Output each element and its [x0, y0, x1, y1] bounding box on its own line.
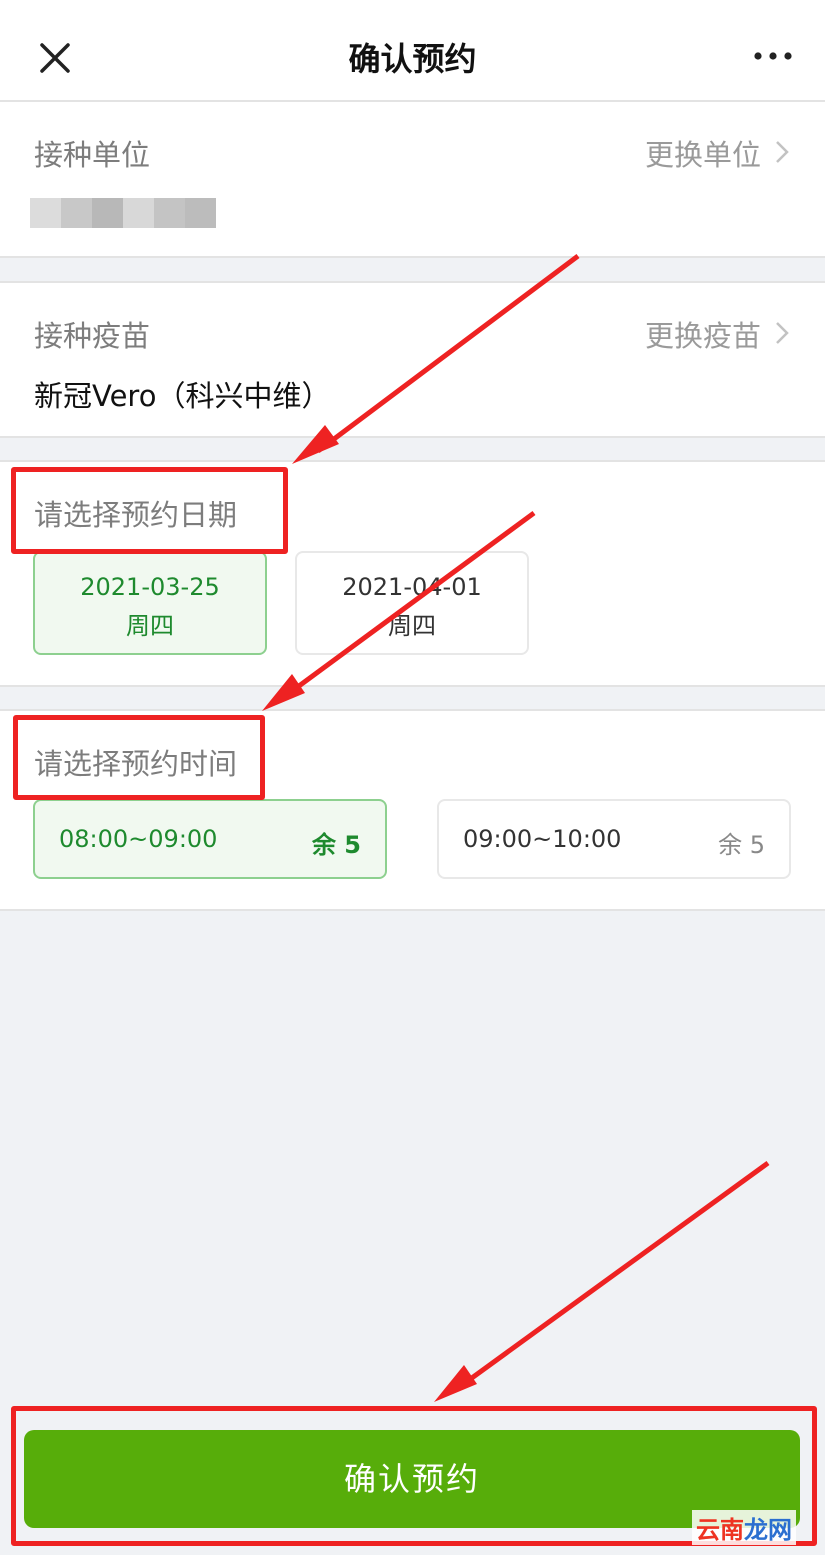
more-icon[interactable]: [753, 48, 793, 64]
annotation-box-time: [13, 715, 265, 800]
unit-label: 接种单位: [34, 138, 151, 172]
watermark-part2: 龙网: [744, 1516, 792, 1544]
booking-page: 确认预约 接种单位 更换单位 接种疫苗 更换疫苗 新冠Vero（科兴中维） 请选…: [0, 0, 825, 1555]
vaccine-value: 新冠Vero（科兴中维）: [34, 379, 331, 413]
date-option-weekday: 周四: [126, 612, 174, 640]
vaccine-label: 接种疫苗: [34, 319, 151, 353]
chevron-right-icon[interactable]: [775, 140, 789, 164]
date-option[interactable]: 2021-04-01 周四: [295, 551, 529, 655]
time-slot-range: 08:00~09:00: [59, 825, 218, 853]
date-option-date: 2021-03-25: [80, 573, 220, 601]
time-slot-range: 09:00~10:00: [463, 825, 622, 853]
vaccine-section: 接种疫苗 更换疫苗 新冠Vero（科兴中维）: [0, 281, 825, 438]
time-slot-remaining: 余 5: [311, 831, 361, 859]
time-slot-remaining: 余 5: [718, 831, 765, 859]
unit-value-blurred: [30, 198, 216, 228]
time-slot-option[interactable]: 08:00~09:00 余 5: [33, 799, 387, 879]
unit-section: 接种单位 更换单位: [0, 102, 825, 258]
page-title: 确认预约: [348, 40, 477, 78]
site-watermark: 云南龙网: [692, 1510, 796, 1545]
time-slot-option[interactable]: 09:00~10:00 余 5: [437, 799, 791, 879]
watermark-part1: 云南: [696, 1516, 744, 1544]
date-option[interactable]: 2021-03-25 周四: [33, 551, 267, 655]
change-unit-button[interactable]: 更换单位: [645, 132, 761, 174]
annotation-box-date: [11, 467, 288, 554]
annotation-arrow: [434, 1160, 770, 1402]
chevron-right-icon[interactable]: [775, 321, 789, 345]
date-option-weekday: 周四: [388, 612, 436, 640]
change-vaccine-button[interactable]: 更换疫苗: [645, 313, 761, 355]
date-option-date: 2021-04-01: [342, 573, 482, 601]
nav-header: 确认预约: [0, 0, 825, 102]
